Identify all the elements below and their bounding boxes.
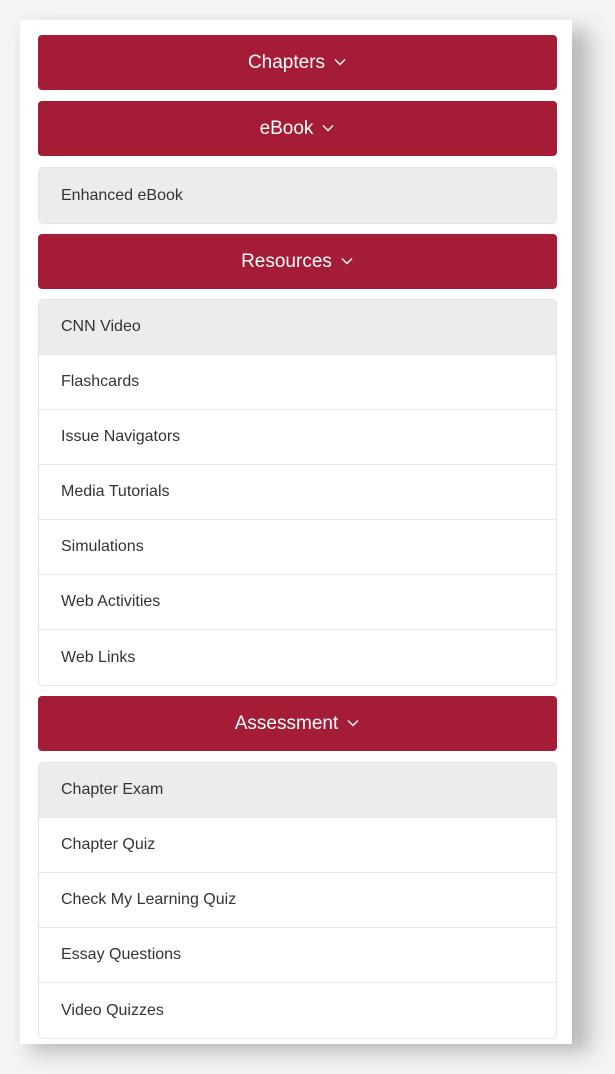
chevron-down-icon — [321, 121, 335, 135]
assessment-label: Assessment — [234, 712, 339, 734]
list-item-web-links[interactable]: Web Links — [39, 630, 556, 685]
ebook-toggle-button[interactable]: eBook — [38, 101, 557, 156]
list-item-cnn-video[interactable]: CNN Video — [39, 300, 556, 355]
list-item-media-tutorials[interactable]: Media Tutorials — [39, 465, 556, 520]
list-item-chapter-quiz[interactable]: Chapter Quiz — [39, 818, 556, 873]
list-item-check-my-learning-quiz[interactable]: Check My Learning Quiz — [39, 873, 556, 928]
list-item-video-quizzes[interactable]: Video Quizzes — [39, 983, 556, 1038]
sidebar-panel: Chapters eBook Enhanced eBook Resources … — [20, 20, 572, 1044]
ebook-list: Enhanced eBook — [38, 167, 557, 224]
assessment-toggle-button[interactable]: Assessment — [38, 696, 557, 751]
list-item-chapter-exam[interactable]: Chapter Exam — [39, 763, 556, 818]
list-item-enhanced-ebook[interactable]: Enhanced eBook — [39, 168, 556, 223]
list-item-simulations[interactable]: Simulations — [39, 520, 556, 575]
resources-list: CNN Video Flashcards Issue Navigators Me… — [38, 299, 557, 686]
chapters-label: Chapters — [247, 51, 326, 73]
list-item-issue-navigators[interactable]: Issue Navigators — [39, 410, 556, 465]
resources-label: Resources — [241, 250, 332, 272]
assessment-list: Chapter Exam Chapter Quiz Check My Learn… — [38, 762, 557, 1039]
chevron-down-icon — [340, 254, 354, 268]
chevron-down-icon — [333, 55, 347, 69]
list-item-flashcards[interactable]: Flashcards — [39, 355, 556, 410]
chevron-down-icon — [346, 716, 360, 730]
resources-toggle-button[interactable]: Resources — [38, 234, 557, 289]
list-item-essay-questions[interactable]: Essay Questions — [39, 928, 556, 983]
ebook-label: eBook — [259, 117, 314, 139]
list-item-web-activities[interactable]: Web Activities — [39, 575, 556, 630]
chapters-toggle-button[interactable]: Chapters — [38, 35, 557, 90]
